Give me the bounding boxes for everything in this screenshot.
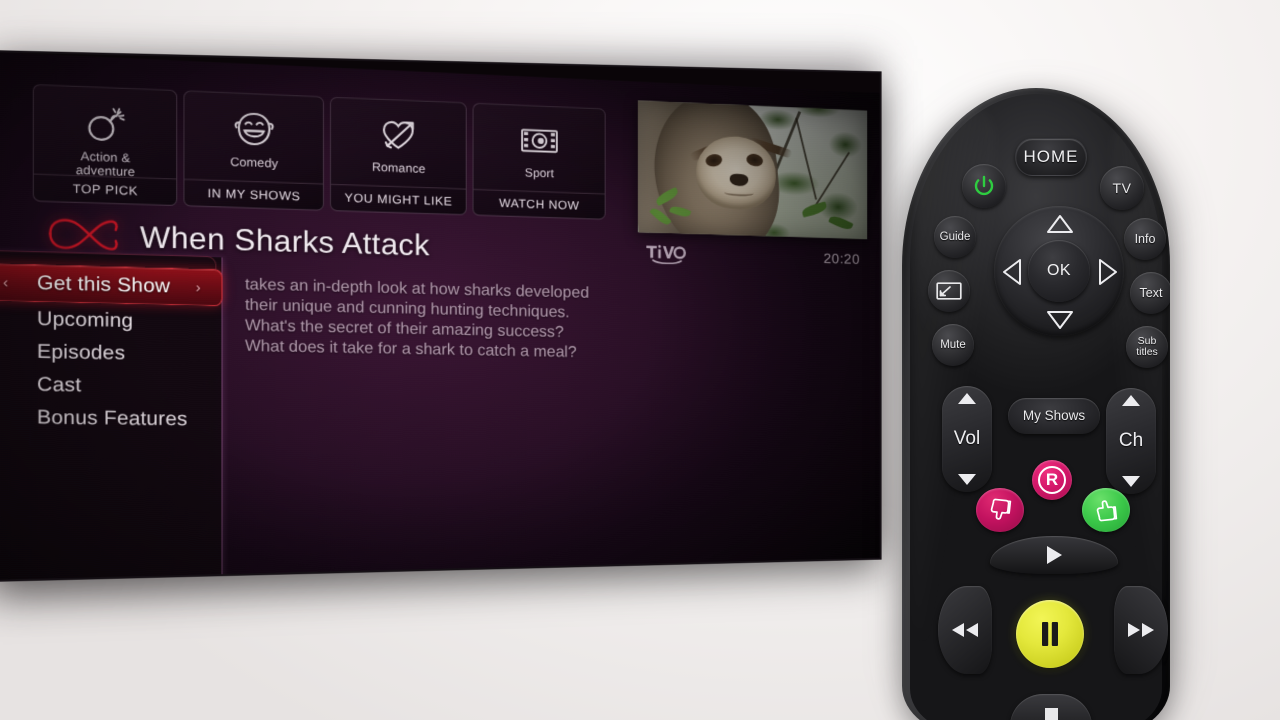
laughing-face-icon <box>231 107 278 152</box>
play-icon <box>1047 546 1062 564</box>
thumbs-up-icon <box>1096 500 1118 522</box>
show-description: takes an in-depth look at how sharks dev… <box>245 275 657 364</box>
my-shows-button-label: My Shows <box>1022 408 1086 423</box>
volume-up-icon[interactable] <box>958 393 976 404</box>
chevron-right-icon: › <box>195 278 201 296</box>
dpad-left-button[interactable] <box>1002 258 1022 291</box>
aspect-ratio-icon <box>936 282 962 300</box>
category-tiles: Action & adventure TOP PICK Comedy IN MY… <box>32 83 606 220</box>
heart-arrow-icon <box>378 113 420 157</box>
record-button-label: R <box>1038 466 1066 494</box>
chevron-left-icon: ‹ <box>2 273 9 291</box>
category-tile-romance[interactable]: Romance YOU MIGHT LIKE <box>329 96 467 216</box>
dpad-down-button[interactable] <box>1046 310 1074 335</box>
subtitles-button-label: Sub titles <box>1136 335 1158 358</box>
aspect-ratio-button[interactable] <box>928 270 970 312</box>
bomb-icon <box>83 101 127 146</box>
stop-icon <box>1044 707 1058 720</box>
category-tile-tag: YOU MIGHT LIKE <box>330 183 466 215</box>
home-button[interactable]: HOME <box>1015 138 1087 176</box>
show-menu-list: ‹ Get this Show › Upcoming Episodes Cast <box>0 249 223 436</box>
rewind-icon <box>952 623 978 637</box>
info-button-label: Info <box>1134 232 1156 246</box>
category-tile-sport[interactable]: Sport WATCH NOW <box>472 102 606 220</box>
ok-button[interactable]: OK <box>1028 240 1090 302</box>
power-icon <box>974 175 994 196</box>
text-button[interactable]: Text <box>1130 272 1170 314</box>
menu-item-get-this-show[interactable]: ‹ Get this Show › <box>0 249 223 307</box>
channel-up-icon[interactable] <box>1122 395 1140 406</box>
preview-meta-row: 20:20 <box>638 242 867 271</box>
menu-item-label: Cast <box>36 373 82 396</box>
channel-label: Ch <box>1118 430 1144 451</box>
right-arrow-icon <box>1099 259 1117 285</box>
infinity-logo <box>43 216 121 256</box>
category-tile-label: Sport <box>524 165 555 181</box>
tivo-remote: HOME TV Guide Mute Info Text Sub titles … <box>888 88 1188 720</box>
volume-down-icon[interactable] <box>958 474 976 485</box>
preview-clock: 20:20 <box>823 250 860 268</box>
info-button[interactable]: Info <box>1124 218 1166 260</box>
remote-body: HOME TV Guide Mute Info Text Sub titles … <box>902 88 1170 720</box>
video-preview[interactable] <box>637 100 868 240</box>
tv-stage: Action & adventure TOP PICK Comedy IN MY… <box>0 0 900 620</box>
menu-item-bonus-features[interactable]: Bonus Features <box>0 401 223 436</box>
fast-forward-icon <box>1128 623 1154 637</box>
power-button[interactable] <box>962 164 1006 208</box>
left-arrow-icon <box>1003 259 1021 285</box>
record-button[interactable]: R <box>1032 460 1072 500</box>
thumbs-down-icon <box>990 498 1012 520</box>
thumbs-down-button[interactable] <box>976 488 1024 532</box>
category-tile-label: Comedy <box>230 154 279 171</box>
dpad-right-button[interactable] <box>1098 258 1118 291</box>
channel-down-icon[interactable] <box>1122 476 1140 487</box>
pause-icon <box>1042 622 1058 646</box>
mute-button-label: Mute <box>940 339 966 351</box>
mute-button[interactable]: Mute <box>932 324 974 366</box>
preview-vignette <box>638 101 867 240</box>
tv-screen: Action & adventure TOP PICK Comedy IN MY… <box>0 52 880 580</box>
tv-button-label: TV <box>1112 180 1132 196</box>
my-shows-button[interactable]: My Shows <box>1008 398 1100 434</box>
guide-button[interactable]: Guide <box>934 216 976 258</box>
menu-item-label: Upcoming <box>36 307 134 332</box>
text-button-label: Text <box>1139 286 1163 300</box>
category-tile-tag: IN MY SHOWS <box>184 178 323 210</box>
pause-button[interactable] <box>1016 600 1084 668</box>
category-tile-tag: TOP PICK <box>33 173 177 206</box>
menu-item-label: Get this Show <box>36 271 171 297</box>
up-arrow-icon <box>1047 215 1073 233</box>
rewind-button[interactable] <box>938 586 992 674</box>
home-button-label: HOME <box>1023 147 1079 166</box>
category-tile-action-adventure[interactable]: Action & adventure TOP PICK <box>32 83 178 207</box>
guide-button-label: Guide <box>939 231 971 243</box>
menu-item-upcoming[interactable]: Upcoming <box>0 302 223 339</box>
volume-rocker[interactable]: Vol <box>942 386 992 492</box>
channel-rocker[interactable]: Ch <box>1106 388 1156 494</box>
menu-item-label: Bonus Features <box>36 406 188 430</box>
tv-button[interactable]: TV <box>1100 166 1144 210</box>
down-arrow-icon <box>1047 311 1073 329</box>
category-tile-comedy[interactable]: Comedy IN MY SHOWS <box>183 90 324 211</box>
thumbs-up-button[interactable] <box>1082 488 1130 532</box>
volume-label: Vol <box>953 428 981 449</box>
film-eye-icon <box>518 119 560 162</box>
category-tile-label: Romance <box>371 160 426 176</box>
tivo-ui: Action & adventure TOP PICK Comedy IN MY… <box>0 52 880 580</box>
menu-item-episodes[interactable]: Episodes <box>0 335 223 371</box>
ok-button-label: OK <box>1046 262 1072 279</box>
menu-item-cast[interactable]: Cast <box>0 368 223 403</box>
category-tile-tag: WATCH NOW <box>473 188 605 219</box>
show-menu-panel: ‹ Get this Show › Upcoming Episodes Cast <box>0 249 223 580</box>
dpad-up-button[interactable] <box>1046 214 1074 239</box>
subtitles-button[interactable]: Sub titles <box>1126 326 1168 368</box>
tivo-logo <box>645 243 688 265</box>
menu-item-label: Episodes <box>36 340 126 364</box>
